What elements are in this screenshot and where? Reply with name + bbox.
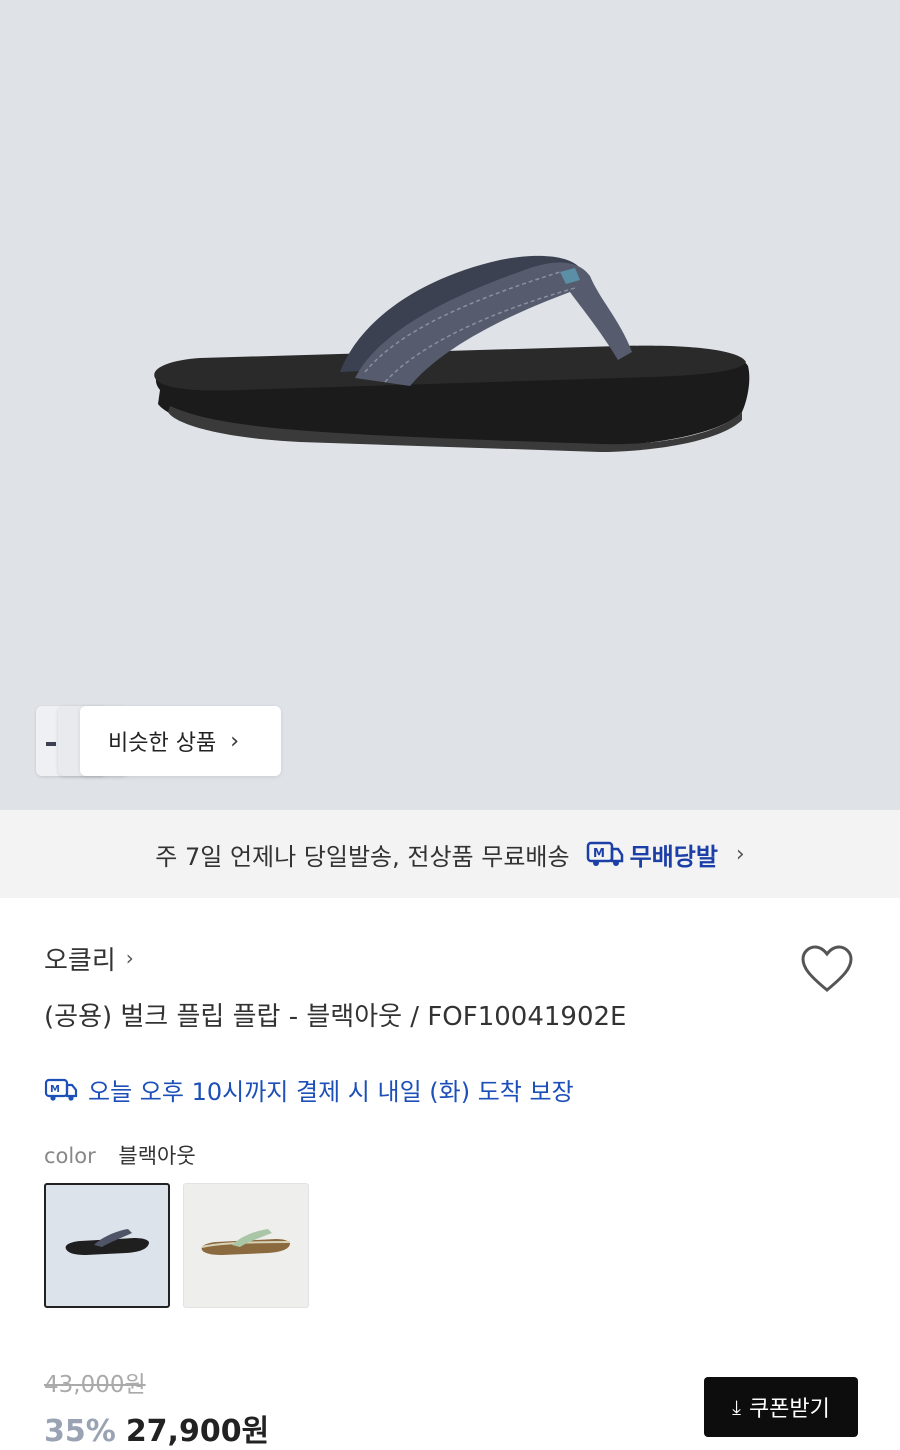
color-value: 블랙아웃 [118, 1144, 196, 1168]
shipping-banner-text: 주 7일 언제나 당일발송, 전상품 무료배송 [155, 842, 570, 871]
chevron-right-icon: › [125, 946, 134, 970]
svg-text:M: M [50, 1084, 60, 1095]
similar-products-button[interactable]: 비슷한 상품 › [80, 706, 281, 776]
color-swatch-alternate[interactable] [183, 1183, 309, 1308]
coupon-button[interactable]: ⤓ 쿠폰받기 [704, 1377, 858, 1437]
chevron-right-icon: › [230, 728, 240, 754]
color-swatch-blackout[interactable] [44, 1183, 170, 1308]
price-row: 35% 27,900원 [44, 1406, 269, 1450]
svg-text:M: M [593, 846, 605, 860]
coupon-button-label: 쿠폰받기 [748, 1397, 830, 1422]
brand-name: 오클리 [44, 945, 116, 976]
original-price: 43,000원 [44, 1372, 146, 1398]
shipping-banner[interactable]: 주 7일 언제나 당일발송, 전상품 무료배송 M 무배당발 › [0, 810, 900, 898]
brand-link[interactable]: 오클리 › [44, 938, 864, 978]
product-info: 오클리 › [44, 938, 864, 978]
delivery-guarantee-text: 오늘 오후 10시까지 결제 시 내일 (화) 도착 보장 [88, 1078, 574, 1106]
sale-price: 27,900원 [125, 1414, 270, 1449]
delivery-truck-icon: M [44, 1078, 78, 1101]
download-icon: ⤓ [732, 1395, 741, 1419]
delivery-guarantee: M 오늘 오후 10시까지 결제 시 내일 (화) 도착 보장 [44, 1072, 574, 1107]
color-label: color [44, 1144, 96, 1168]
product-image[interactable]: 비슷한 상품 › [0, 0, 900, 810]
heart-icon[interactable] [800, 944, 854, 994]
flip-flop-image [154, 255, 750, 452]
chevron-right-icon: › [735, 841, 745, 867]
product-title: (공용) 벌크 플립 플랍 - 블랙아웃 / FOF10041902E [44, 1002, 627, 1032]
shoe-thumbnail-icon [201, 1229, 291, 1255]
shoe-thumbnail-icon [65, 1229, 149, 1255]
free-shipping-brand: M 무배당발 [586, 837, 718, 872]
free-shipping-brand-label: 무배당발 [629, 842, 718, 871]
delivery-truck-icon: M [586, 841, 623, 866]
similar-products-label: 비슷한 상품 [108, 731, 217, 756]
discount-percent: 35% [44, 1414, 116, 1449]
color-row: color 블랙아웃 [44, 1140, 196, 1170]
